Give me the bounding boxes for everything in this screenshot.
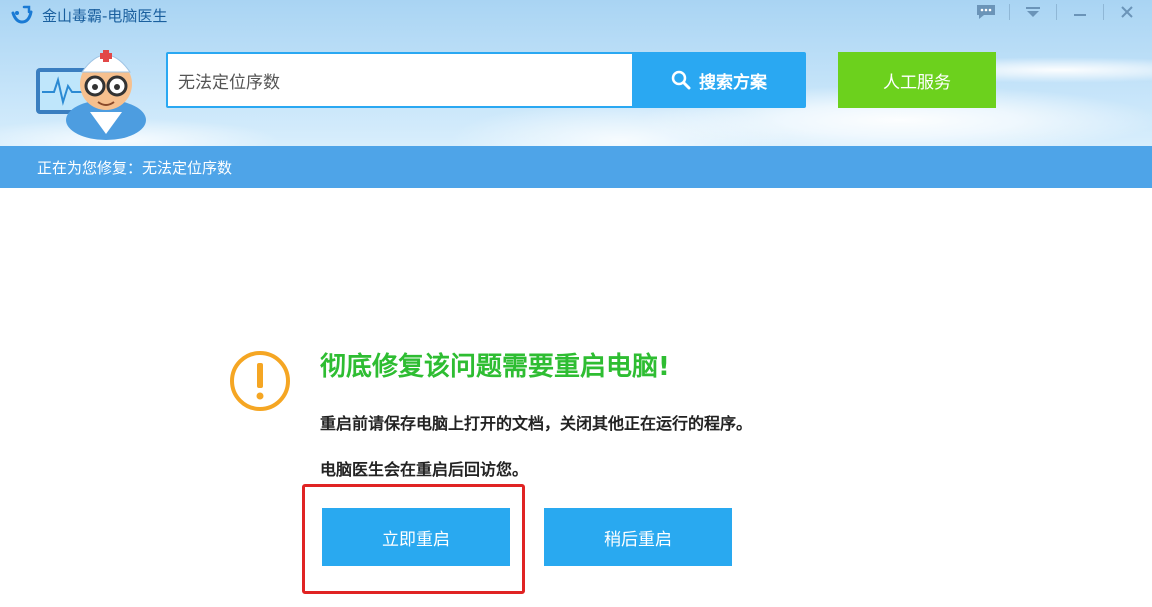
feedback-icon[interactable] <box>973 1 999 23</box>
restart-now-button[interactable]: 立即重启 <box>322 508 510 566</box>
notice-headline: 彻底修复该问题需要重启电脑! <box>320 352 670 382</box>
separator <box>1056 4 1057 20</box>
warning-icon <box>230 351 290 411</box>
search-icon <box>671 70 691 90</box>
human-service-label: 人工服务 <box>883 72 951 93</box>
menu-icon[interactable] <box>1020 1 1046 23</box>
notice-line-2: 电脑医生会在重启后回访您。 <box>320 460 529 479</box>
search-input[interactable] <box>168 54 632 106</box>
search-button-label: 搜索方案 <box>699 72 767 93</box>
separator <box>1009 4 1010 20</box>
status-text: 正在为您修复：无法定位序数 <box>37 159 233 177</box>
search-button[interactable]: 搜索方案 <box>632 52 806 108</box>
doctor-mascot-icon <box>36 50 146 140</box>
restart-now-label: 立即重启 <box>382 529 450 550</box>
human-service-button[interactable]: 人工服务 <box>838 52 996 108</box>
search-bar: 搜索方案 <box>166 52 806 108</box>
app-title: 金山毒霸-电脑医生 <box>42 7 168 25</box>
title-bar: 金山毒霸-电脑医生 <box>0 0 1152 30</box>
separator <box>1103 4 1104 20</box>
notice-line-1: 重启前请保存电脑上打开的文档，关闭其他正在运行的程序。 <box>320 414 753 433</box>
minimize-icon[interactable] <box>1067 1 1093 23</box>
header: 金山毒霸-电脑医生 无法定位序数 搜索方案 人工服务 <box>0 0 1152 146</box>
restart-later-button[interactable]: 稍后重启 <box>544 508 732 566</box>
window-controls <box>973 0 1140 24</box>
status-bar: 正在为您修复：无法定位序数 <box>0 146 1152 188</box>
close-icon[interactable] <box>1114 1 1140 23</box>
app-logo-icon <box>11 5 33 24</box>
restart-later-label: 稍后重启 <box>604 529 672 550</box>
